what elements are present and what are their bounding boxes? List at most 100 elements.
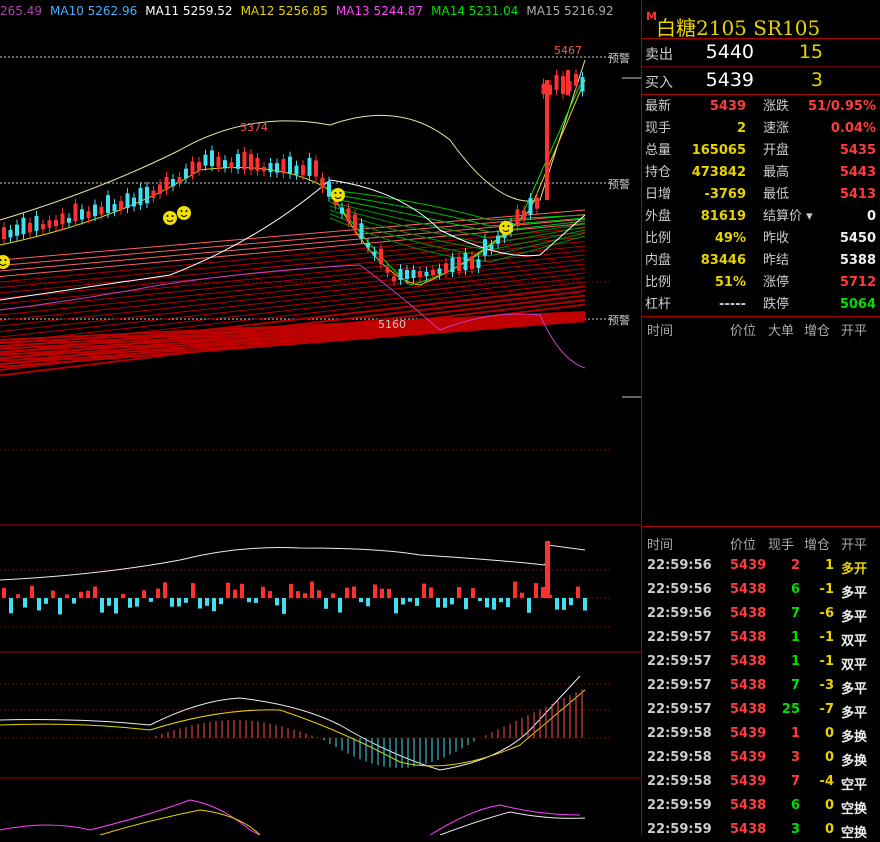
- volume-bar: [485, 598, 489, 608]
- volume-bar: [79, 591, 83, 598]
- stat-label: 日增: [645, 187, 672, 202]
- sell-price: 5440: [705, 41, 754, 63]
- volume-bar: [247, 598, 251, 603]
- candle-body: [86, 211, 91, 218]
- stat-value: 5450: [839, 231, 876, 246]
- tick-oc: 多开: [841, 562, 868, 577]
- volume-bar: [366, 598, 370, 607]
- stat-label: 比例: [645, 275, 672, 290]
- volume-bar: [555, 598, 559, 610]
- smiley-eye: [502, 225, 505, 227]
- tick-time: 22:59:57: [647, 678, 712, 693]
- kline-svg[interactable]: 预警预警预警546753745160: [0, 0, 641, 835]
- candle-body: [366, 242, 370, 248]
- sell-row[interactable]: 卖出 5440 15: [642, 40, 880, 64]
- candle-body: [346, 208, 351, 223]
- candle-body: [320, 177, 325, 189]
- stat-label: 开盘: [763, 143, 790, 158]
- candle-body: [522, 210, 526, 221]
- stat-label: 比例: [645, 231, 672, 246]
- volume-bar: [198, 598, 202, 609]
- col-oc: 开平: [841, 324, 868, 339]
- volume-bar: [513, 581, 517, 598]
- volume-bar: [541, 587, 545, 598]
- candle-body: [566, 70, 570, 95]
- tick-price: 5438: [730, 654, 767, 669]
- volume-bar: [93, 586, 97, 598]
- tick-inc: 0: [824, 726, 834, 741]
- stat-value: 5435: [839, 143, 876, 158]
- stat-2: 总量 165065: [642, 140, 746, 162]
- smiley-eye: [339, 192, 342, 194]
- volume-bar: [121, 593, 125, 598]
- kline-chart[interactable]: 预警 预警 预警 5467 5374 5160 265.49 MA10 5262.96 MA1…: [0, 0, 641, 835]
- volume-bar: [9, 598, 13, 614]
- stat-value: -3769: [704, 187, 746, 202]
- low-label: 5160: [378, 318, 406, 331]
- tick-time: 22:59:56: [647, 558, 712, 573]
- tick-time: 22:59:59: [647, 798, 712, 813]
- tick-oc: 双平: [841, 658, 868, 673]
- candle-body: [190, 161, 195, 175]
- candle-body: [463, 253, 468, 271]
- candle-body: [515, 209, 520, 227]
- tick-hand: 7: [790, 774, 800, 789]
- candle-body: [554, 74, 559, 90]
- tick-time: 22:59:56: [647, 582, 712, 597]
- tick-oc: 多换: [841, 754, 868, 769]
- candle-body: [41, 224, 45, 230]
- stat-value: -----: [719, 297, 746, 312]
- tick-time: 22:59:57: [647, 654, 712, 669]
- stat-value: 5064: [839, 297, 876, 312]
- candle-body: [385, 266, 390, 273]
- contract-name[interactable]: 白糖2105 SR105: [656, 12, 820, 41]
- tick-hand: 3: [790, 750, 800, 765]
- tick-hand: 2: [790, 558, 800, 573]
- stat-r-4: 最低 5413: [760, 184, 876, 206]
- stat-value: 165065: [691, 143, 746, 158]
- stat-0: 最新 5439: [642, 96, 746, 118]
- tick-row: 22:59:58 5439 3 0 多换: [642, 746, 880, 770]
- volume-bar: [562, 598, 566, 610]
- smiley-eye: [507, 225, 510, 227]
- candle-body: [125, 193, 130, 209]
- tick-hand: 7: [790, 606, 800, 621]
- candle-body: [138, 187, 143, 205]
- candle-body: [34, 215, 39, 231]
- tick-hand: 6: [790, 582, 800, 597]
- stat-value: 5439: [709, 99, 746, 114]
- ma-legend-item: MA10 5262.96: [50, 4, 138, 18]
- candle-body: [372, 251, 377, 256]
- divider: [642, 66, 880, 67]
- tick-header: 时间 价位 现手 增仓 开平: [642, 532, 880, 553]
- volume-bar: [86, 590, 90, 598]
- volume-bar: [205, 598, 209, 606]
- volume-bar: [2, 587, 6, 598]
- buy-row[interactable]: 买入 5439 3: [642, 68, 880, 92]
- candle-body: [216, 156, 221, 167]
- candle-body: [411, 269, 416, 278]
- volume-bar: [576, 586, 580, 598]
- tick-time: 22:59:58: [647, 726, 712, 741]
- volume-bar: [520, 592, 524, 598]
- volume-bar: [394, 598, 398, 614]
- tick-row: 22:59:56 5438 7 -6 多平: [642, 602, 880, 626]
- stat-value: 51%: [714, 275, 746, 290]
- kdj-line: [0, 799, 261, 835]
- tick-price: 5439: [730, 774, 767, 789]
- tick-inc: -1: [819, 654, 834, 669]
- volume-bar: [107, 598, 111, 606]
- volume-bar: [226, 582, 230, 598]
- volume-bar: [170, 598, 174, 607]
- candle-body: [28, 222, 32, 233]
- stat-label: 杠杆: [645, 297, 672, 312]
- volume-bar: [545, 541, 550, 598]
- smiley-icon: [331, 188, 345, 202]
- candle-body: [275, 163, 279, 173]
- tick-row: 22:59:59 5438 3 0 空换: [642, 818, 880, 842]
- volume-bar: [191, 583, 195, 598]
- tick-inc: 0: [824, 750, 834, 765]
- divider: [642, 38, 880, 39]
- volume-bar: [212, 598, 216, 612]
- volume-bar: [233, 589, 237, 598]
